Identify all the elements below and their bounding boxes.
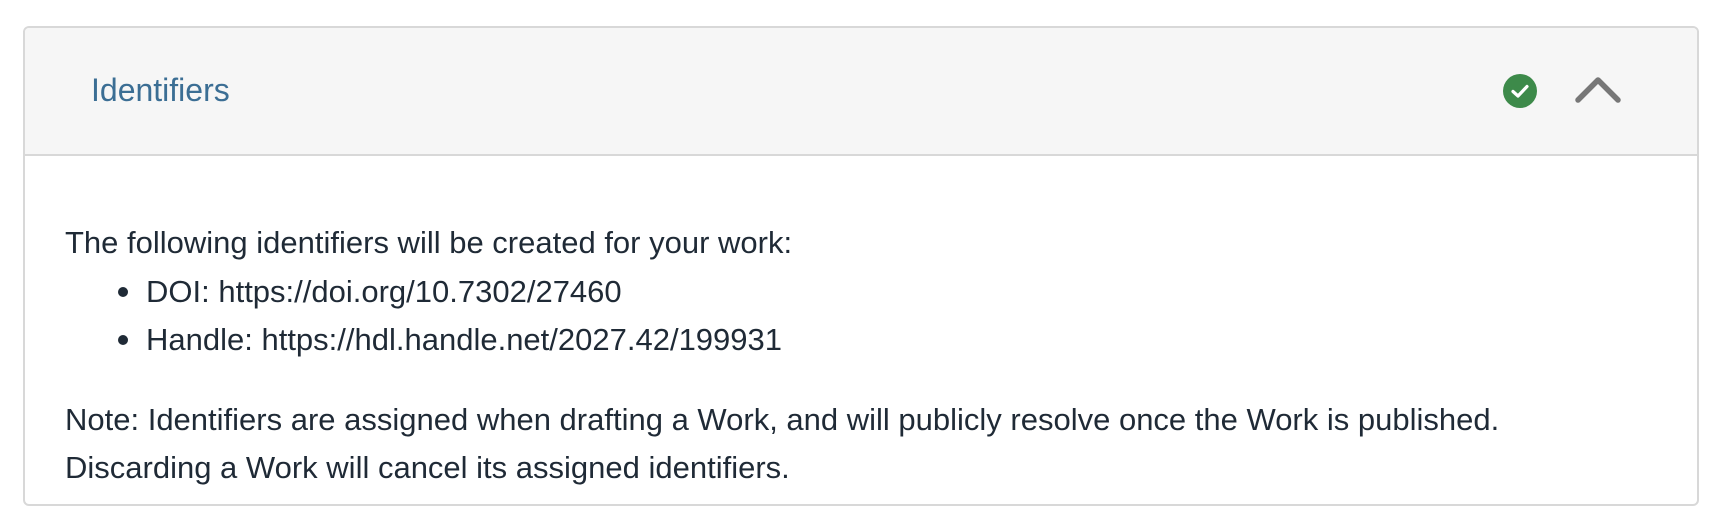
bullet-icon <box>118 287 128 297</box>
identifier-text: DOI: https://doi.org/10.7302/27460 <box>146 274 622 309</box>
identifier-text: Handle: https://hdl.handle.net/2027.42/1… <box>146 322 783 357</box>
chevron-up-icon[interactable] <box>1574 72 1622 106</box>
identifier-item-handle: Handle: https://hdl.handle.net/2027.42/1… <box>65 320 782 368</box>
identifier-list: DOI: https://doi.org/10.7302/27460 Handl… <box>65 272 782 368</box>
note-line-2: Discarding a Work will cancel its assign… <box>65 450 790 485</box>
panel-title[interactable]: Identifiers <box>91 70 230 110</box>
panel-header[interactable]: Identifiers <box>25 28 1697 156</box>
bullet-icon <box>118 335 128 345</box>
check-circle-icon <box>1503 74 1537 108</box>
note-text: Note: Identifiers are assigned when draf… <box>65 396 1665 492</box>
identifiers-panel: Identifiers The following identifiers wi… <box>23 26 1699 506</box>
identifier-item-doi: DOI: https://doi.org/10.7302/27460 <box>65 272 782 320</box>
note-line-1: Note: Identifiers are assigned when draf… <box>65 402 1500 437</box>
intro-text: The following identifiers will be create… <box>65 225 793 260</box>
